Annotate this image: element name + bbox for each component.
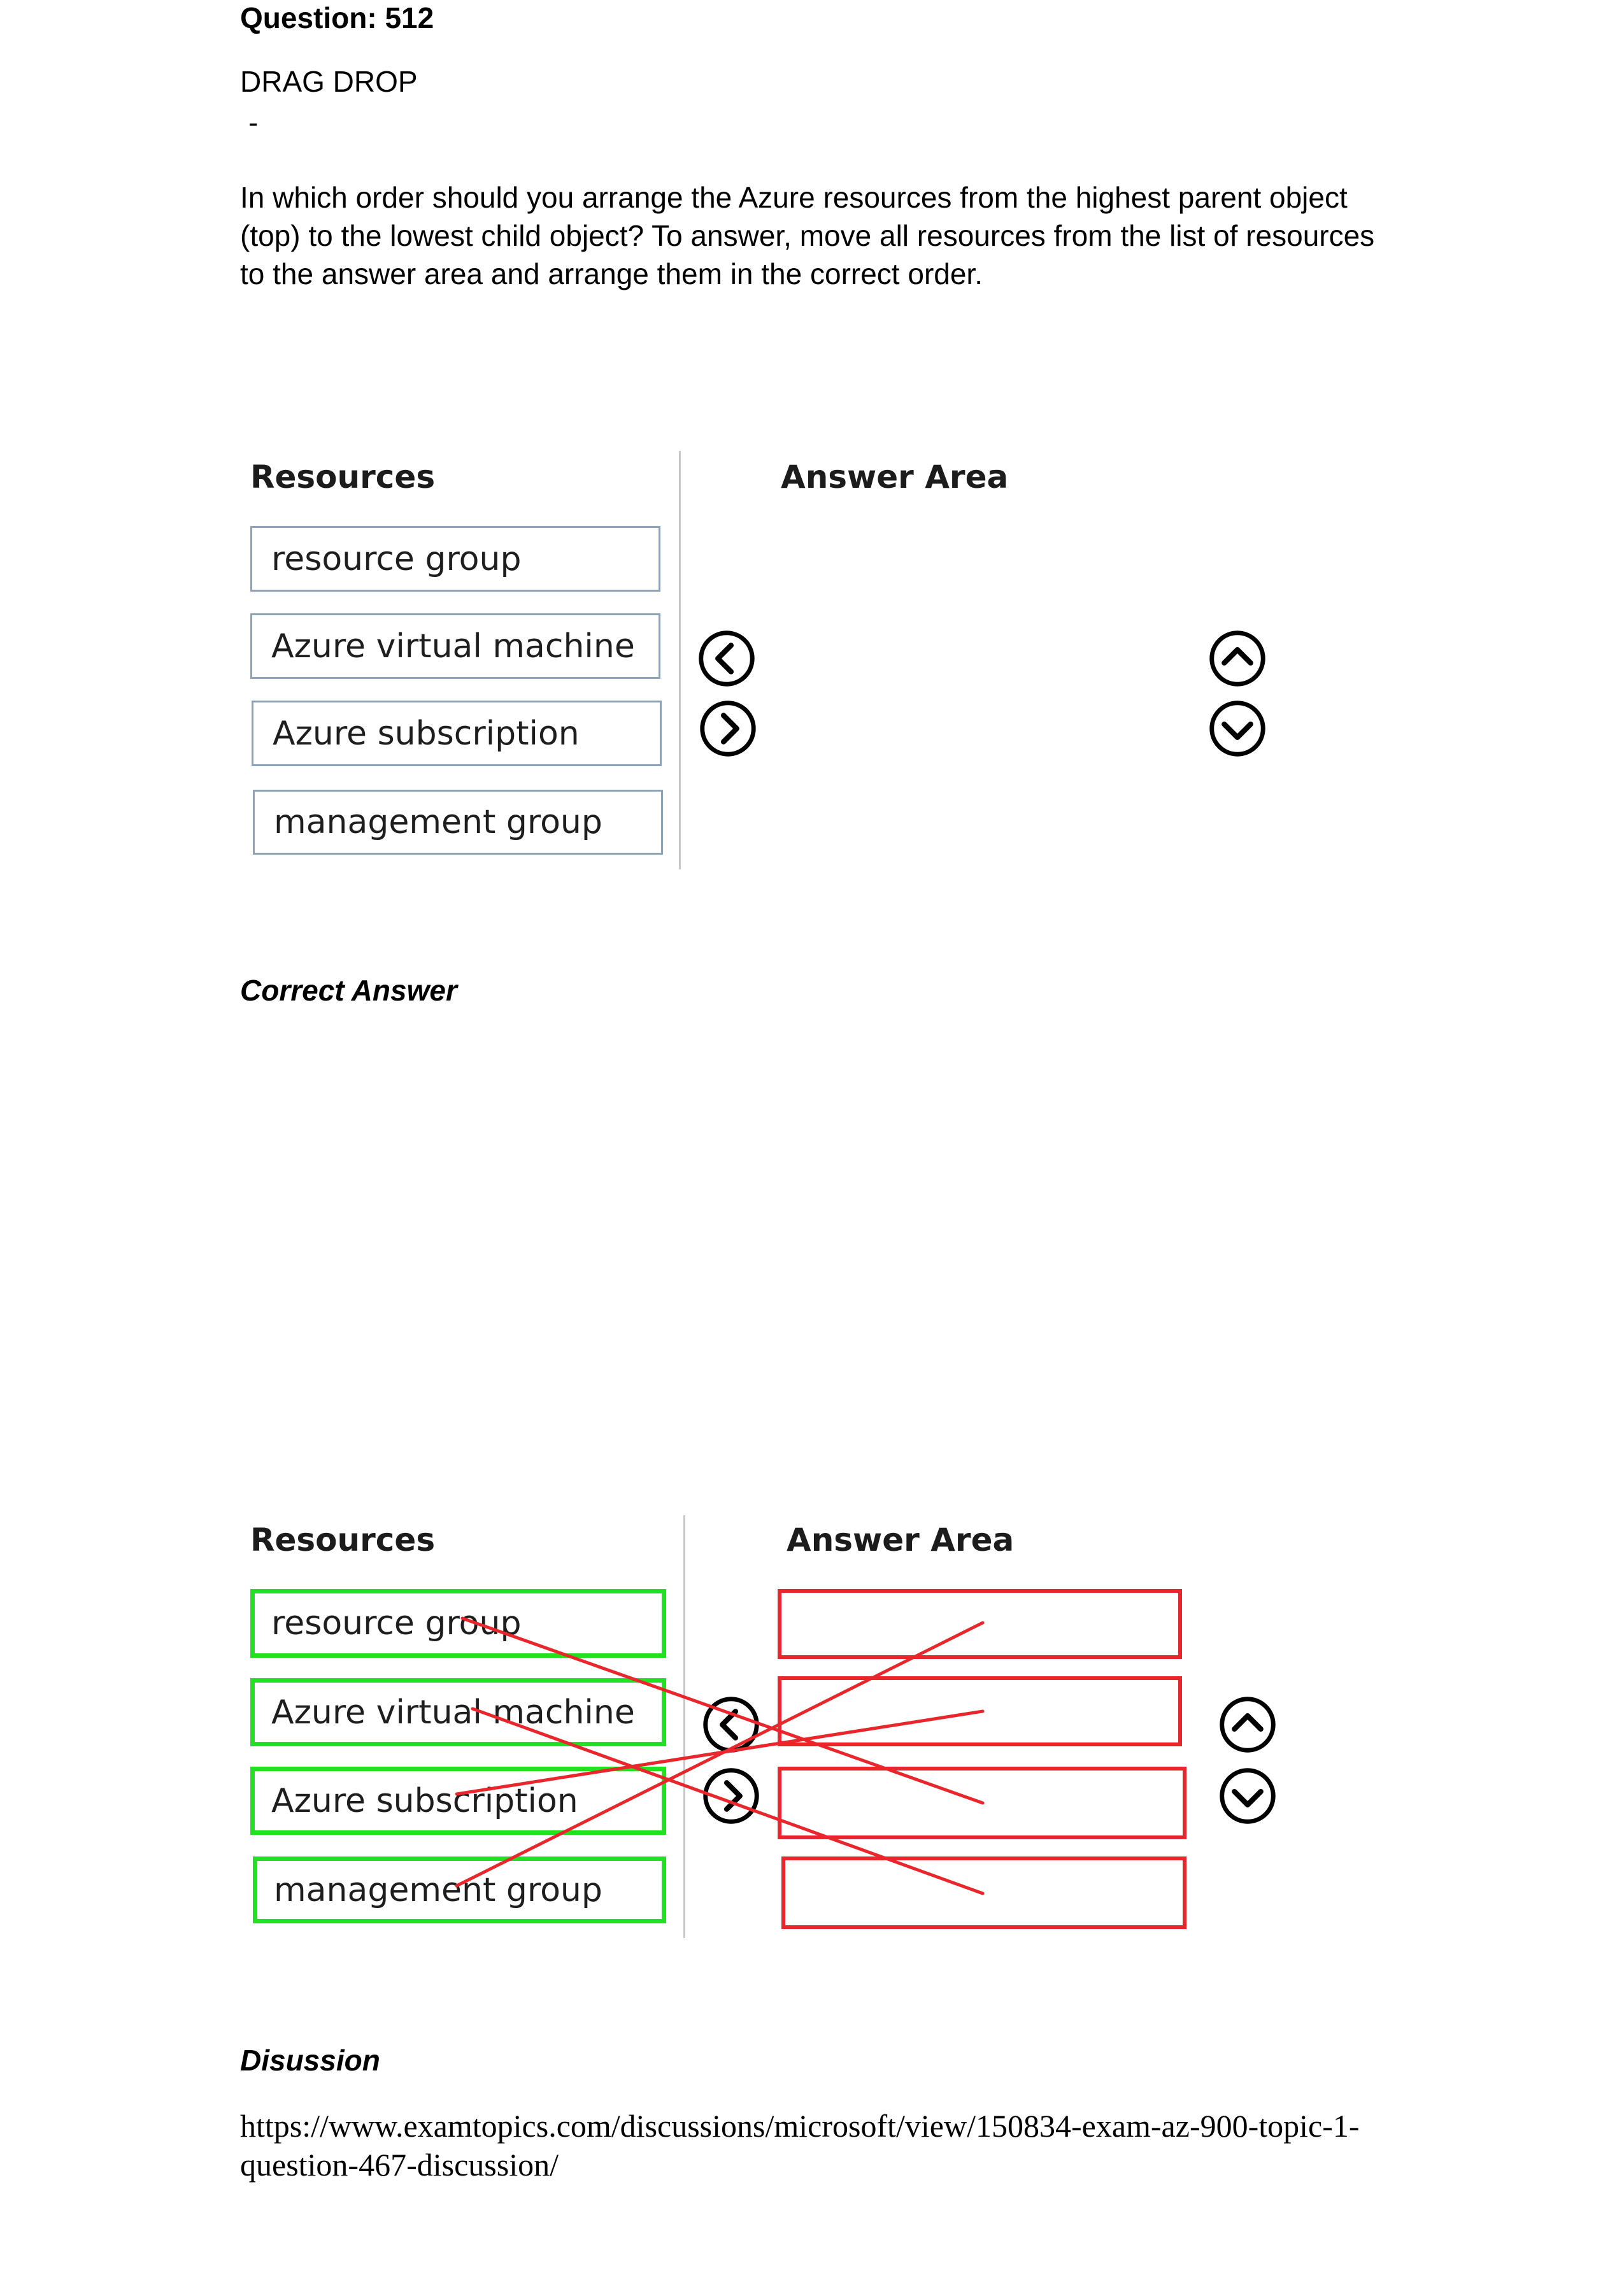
move-left-button[interactable] <box>697 629 756 688</box>
discussion-url-line[interactable]: question-467-discussion/ <box>240 2146 1360 2184</box>
question-text-line: to the answer area and arrange them in t… <box>240 257 983 290</box>
discussion-label: Disussion <box>240 2044 380 2077</box>
answer-slot-3 <box>778 1767 1186 1839</box>
separator-dash: - <box>248 106 259 139</box>
chevron-left-icon <box>703 1697 759 1753</box>
resource-item-azure-subscription[interactable]: Azure subscription <box>252 701 662 766</box>
widget-divider <box>683 1515 685 1938</box>
widget-divider <box>679 451 681 869</box>
answer-slot-1 <box>778 1589 1182 1659</box>
resource-item-azure-virtual-machine: Azure virtual machine <box>250 1678 666 1746</box>
answer-area-title: Answer Area <box>781 459 1009 495</box>
move-right-button[interactable] <box>699 699 757 758</box>
connector-lines <box>455 1616 985 1895</box>
question-text-line: (top) to the lowest child object? To ans… <box>240 219 1375 252</box>
resource-item-resource-group: resource group <box>250 1589 666 1658</box>
chevron-down-icon <box>1209 701 1265 757</box>
resources-title: Resources <box>250 1521 436 1558</box>
chevron-left-icon <box>699 631 755 687</box>
connector-line <box>455 1621 985 1888</box>
move-up-button <box>1218 1695 1277 1754</box>
move-up-button[interactable] <box>1208 629 1267 688</box>
answer-area-dropzone[interactable] <box>781 509 1188 866</box>
chevron-up-icon <box>1220 1697 1276 1753</box>
answer-slot-2 <box>778 1676 1182 1746</box>
question-number: Question: 512 <box>240 1 434 34</box>
move-down-button <box>1218 1767 1277 1825</box>
resource-item-management-group[interactable]: management group <box>253 790 663 855</box>
chevron-right-icon <box>703 1768 759 1824</box>
discussion-url-line[interactable]: https://www.examtopics.com/discussions/m… <box>240 2107 1360 2146</box>
correct-answer-label: Correct Answer <box>240 974 457 1007</box>
resource-item-azure-subscription: Azure subscription <box>250 1767 666 1835</box>
resource-item-resource-group[interactable]: resource group <box>250 526 660 592</box>
chevron-up-icon <box>1209 631 1265 687</box>
move-left-button <box>702 1695 760 1754</box>
discussion-link[interactable]: https://www.examtopics.com/discussions/m… <box>240 2107 1360 2184</box>
answer-area-title: Answer Area <box>787 1521 1015 1558</box>
answer-slot-4 <box>781 1856 1186 1929</box>
chevron-down-icon <box>1220 1768 1276 1824</box>
resource-item-azure-virtual-machine[interactable]: Azure virtual machine <box>250 613 660 679</box>
question-text: In which order should you arrange the Az… <box>240 178 1374 293</box>
resources-title: Resources <box>250 459 436 495</box>
resource-item-management-group: management group <box>253 1856 666 1923</box>
move-down-button[interactable] <box>1208 699 1267 758</box>
question-text-line: In which order should you arrange the Az… <box>240 181 1348 214</box>
chevron-right-icon <box>700 701 756 757</box>
question-type: DRAG DROP <box>240 65 418 98</box>
move-right-button <box>702 1767 760 1825</box>
